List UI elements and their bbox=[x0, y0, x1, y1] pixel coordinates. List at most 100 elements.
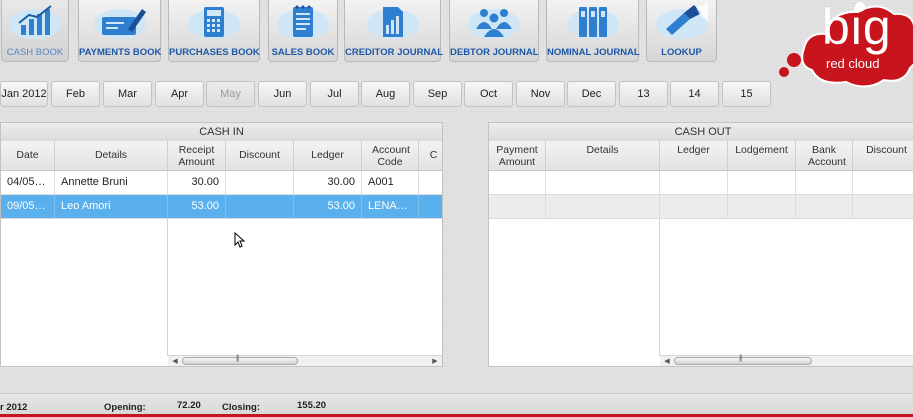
month-oct[interactable]: Oct bbox=[464, 81, 513, 107]
cell-ledger: 53.00 bbox=[294, 195, 362, 218]
cell-empty bbox=[489, 195, 546, 218]
col-payment-amount[interactable]: Payment Amount bbox=[489, 141, 546, 170]
cell-empty bbox=[728, 171, 796, 194]
table-row-empty[interactable] bbox=[489, 171, 913, 195]
scroll-thumb[interactable]: ||| bbox=[674, 355, 812, 365]
closing-value: 155.20 bbox=[297, 400, 327, 411]
sales-book-label: SALES BOOK bbox=[271, 47, 335, 58]
month-nov[interactable]: Nov bbox=[516, 81, 565, 107]
cash-out-title: CASH OUT bbox=[489, 123, 913, 142]
scroll-left-icon[interactable]: ◀ bbox=[662, 356, 672, 366]
table-row[interactable]: 04/05/12 Annette Bruni 30.00 30.00 A001 bbox=[1, 171, 442, 195]
col-ledger[interactable]: Ledger bbox=[660, 141, 728, 170]
opening-value: 72.20 bbox=[177, 400, 201, 411]
cell-empty bbox=[489, 171, 546, 194]
logo-sub-text: red cloud bbox=[826, 56, 880, 71]
cell-empty bbox=[796, 195, 853, 218]
cash-out-panel: CASH OUT Payment Amount Details Ledger L… bbox=[488, 122, 913, 367]
cell-receipt: 30.00 bbox=[168, 171, 226, 194]
month-feb[interactable]: Feb bbox=[51, 81, 100, 107]
col-lodgement[interactable]: Lodgement bbox=[728, 141, 796, 170]
debtor-journal-button[interactable]: DEBTOR JOURNAL bbox=[449, 0, 539, 62]
col-date[interactable]: Date bbox=[1, 141, 55, 170]
people-icon bbox=[468, 9, 520, 39]
cell-empty bbox=[660, 195, 728, 218]
col-ledger[interactable]: Ledger bbox=[294, 141, 362, 170]
period-15[interactable]: 15 bbox=[722, 81, 771, 107]
cash-book-button[interactable]: CASH BOOK bbox=[1, 0, 69, 62]
nominal-journal-label: NOMINAL JOURNAL bbox=[547, 47, 640, 58]
scroll-left-icon[interactable]: ◀ bbox=[170, 356, 180, 366]
month-jan-2012[interactable]: Jan 2012 bbox=[0, 81, 48, 107]
payments-book-label: PAYMENTS BOOK bbox=[79, 47, 162, 58]
flashlight-icon bbox=[655, 3, 708, 39]
purchases-book-button[interactable]: PURCHASES BOOK bbox=[168, 0, 260, 62]
cell-empty bbox=[728, 195, 796, 218]
col-account-code[interactable]: Account Code bbox=[362, 141, 419, 170]
col-c[interactable]: C bbox=[419, 141, 442, 170]
logo-big-text: big bbox=[822, 0, 892, 55]
document-chart-icon bbox=[366, 7, 419, 39]
cheque-pen-icon bbox=[93, 9, 146, 39]
table-row-selected[interactable]: 09/05/12 Leo Amori 53.00 53.00 LENAM... bbox=[1, 195, 442, 219]
cell-empty bbox=[546, 171, 660, 194]
month-jul[interactable]: Jul bbox=[310, 81, 359, 107]
cell-discount bbox=[226, 171, 294, 194]
notepad-icon bbox=[277, 5, 329, 39]
mouse-cursor-icon bbox=[234, 232, 246, 248]
cell-details: Leo Amori bbox=[55, 195, 168, 218]
cash-in-hscrollbar[interactable]: ◀ ||| ▶ bbox=[168, 355, 442, 366]
cell-empty bbox=[546, 195, 660, 218]
col-discount[interactable]: Discount bbox=[226, 141, 294, 170]
bar-chart-icon bbox=[9, 5, 61, 39]
month-aug[interactable]: Aug bbox=[361, 81, 410, 107]
status-bar: r 2012 Opening: 72.20 Closing: 155.20 bbox=[0, 393, 913, 415]
period-14[interactable]: 14 bbox=[670, 81, 719, 107]
closing-label: Closing: bbox=[222, 402, 260, 413]
month-sep[interactable]: Sep bbox=[413, 81, 462, 107]
month-apr[interactable]: Apr bbox=[155, 81, 204, 107]
creditor-journal-button[interactable]: CREDITOR JOURNAL bbox=[344, 0, 443, 62]
period-13[interactable]: 13 bbox=[619, 81, 668, 107]
cell-receipt: 53.00 bbox=[168, 195, 226, 218]
col-discount[interactable]: Discount bbox=[853, 141, 913, 170]
cell-details: Annette Bruni bbox=[55, 171, 168, 194]
col-receipt-amount[interactable]: Receipt Amount bbox=[168, 141, 226, 170]
column-divider bbox=[659, 219, 660, 356]
table-row-empty[interactable] bbox=[489, 195, 913, 219]
status-period: r 2012 bbox=[0, 402, 28, 413]
lookup-label: LOOKUP bbox=[661, 47, 702, 58]
lookup-button[interactable]: LOOKUP bbox=[646, 0, 717, 62]
nominal-journal-button[interactable]: NOMINAL JOURNAL bbox=[546, 0, 640, 62]
month-mar[interactable]: Mar bbox=[103, 81, 152, 107]
cell-discount bbox=[226, 195, 294, 218]
col-details[interactable]: Details bbox=[546, 141, 660, 170]
cell-account-code: A001 bbox=[362, 171, 419, 194]
month-jun[interactable]: Jun bbox=[258, 81, 307, 107]
debtor-journal-label: DEBTOR JOURNAL bbox=[450, 47, 539, 58]
cell-empty bbox=[660, 171, 728, 194]
cell-account-code: LENAM... bbox=[362, 195, 419, 218]
month-may[interactable]: May bbox=[206, 81, 255, 107]
cell-date: 04/05/12 bbox=[1, 171, 55, 194]
cash-out-hscrollbar[interactable]: ◀ ||| bbox=[660, 355, 913, 366]
period-selector: Jan 2012 Feb Mar Apr May Jun Jul Aug Sep… bbox=[0, 81, 913, 107]
binders-icon bbox=[566, 7, 619, 39]
cash-in-header: Date Details Receipt Amount Discount Led… bbox=[1, 141, 442, 171]
column-divider bbox=[167, 219, 168, 356]
col-details[interactable]: Details bbox=[55, 141, 168, 170]
month-dec[interactable]: Dec bbox=[567, 81, 616, 107]
cell-ledger: 30.00 bbox=[294, 171, 362, 194]
payments-book-button[interactable]: PAYMENTS BOOK bbox=[78, 0, 161, 62]
cash-in-title: CASH IN bbox=[1, 123, 442, 142]
creditor-journal-label: CREDITOR JOURNAL bbox=[345, 47, 443, 58]
calculator-icon bbox=[188, 7, 240, 39]
cash-book-label: CASH BOOK bbox=[6, 47, 64, 58]
scroll-right-icon[interactable]: ▶ bbox=[430, 356, 440, 366]
opening-label: Opening: bbox=[104, 402, 146, 413]
col-bank-account[interactable]: Bank Account bbox=[796, 141, 853, 170]
scroll-thumb[interactable]: ||| bbox=[182, 355, 298, 365]
cash-in-panel: CASH IN Date Details Receipt Amount Disc… bbox=[0, 122, 443, 367]
cell-empty bbox=[796, 171, 853, 194]
sales-book-button[interactable]: SALES BOOK bbox=[268, 0, 338, 62]
